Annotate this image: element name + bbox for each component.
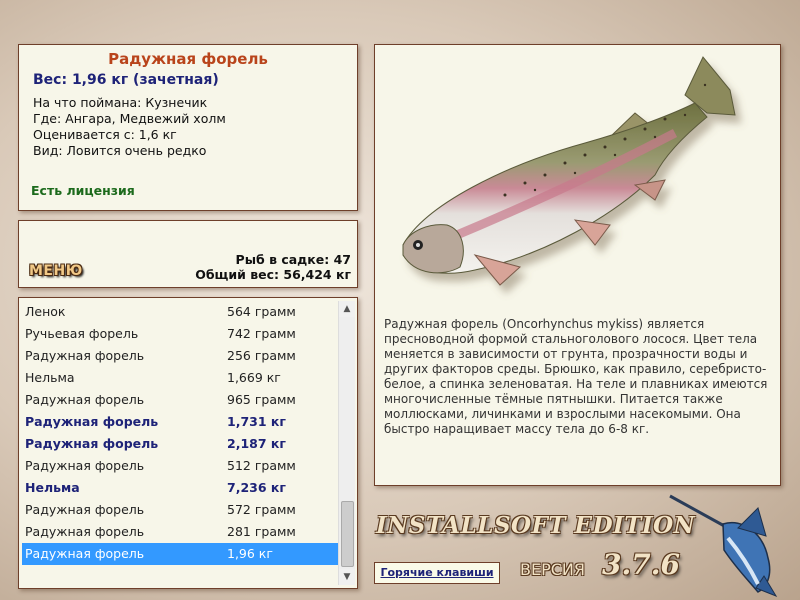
list-item-weight: 7,236 кг	[227, 480, 286, 495]
list-item-weight: 281 грамм	[227, 524, 296, 539]
catch-list-panel: Ленок 564 грамм Ручьевая форель 742 грамм Ра…	[18, 297, 358, 589]
fish-image-panel: Радужная форель (Oncorhynchus mykiss) яв…	[374, 44, 781, 486]
list-item-name: Радужная форель	[25, 524, 145, 539]
list-item-name: Ручьевая форель	[25, 326, 139, 341]
scroll-up-button[interactable]: ▲	[339, 301, 355, 317]
list-item[interactable]: Радужная форель 1,96 кг	[22, 543, 340, 565]
list-item-name: Радужная форель	[25, 348, 145, 363]
list-item[interactable]: Радужная форель 2,187 кг	[22, 433, 340, 455]
list-item-weight: 1,96 кг	[227, 546, 273, 561]
list-item[interactable]: Радужная форель 512 грамм	[22, 455, 340, 477]
scroll-thumb[interactable]	[341, 501, 354, 567]
catch-summary-panel: МЕНЮ Рыб в садке: 47 Общий вес: 56,424 к…	[18, 220, 358, 288]
fish-description: Радужная форель (Oncorhynchus mykiss) яв…	[384, 317, 768, 436]
menu-button[interactable]: МЕНЮ	[29, 263, 83, 279]
detail-rarity: Вид: Ловится очень редко	[33, 143, 207, 158]
list-scrollbar[interactable]: ▲ ▼	[338, 301, 355, 585]
scroll-down-button[interactable]: ▼	[339, 569, 355, 585]
detail-bait: На что поймана: Кузнечик	[33, 95, 208, 110]
fish-title: Радужная форель	[108, 50, 268, 68]
list-item[interactable]: Радужная форель 965 грамм	[22, 389, 340, 411]
fish-details: На что поймана: Кузнечик Где: Ангара, Ме…	[33, 95, 226, 159]
list-item-name: Радужная форель	[25, 458, 145, 473]
list-item-weight: 512 грамм	[227, 458, 296, 473]
list-item-weight: 1,669 кг	[227, 370, 281, 385]
list-item[interactable]: Радужная форель 572 грамм	[22, 499, 340, 521]
list-item-weight: 564 грамм	[227, 304, 296, 319]
list-item-name: Нельма	[25, 480, 80, 495]
list-item-weight: 742 грамм	[227, 326, 296, 341]
list-item-weight: 1,731 кг	[227, 414, 286, 429]
fish-count: Рыб в садке: 47	[235, 252, 351, 267]
license-status: Есть лицензия	[31, 183, 135, 198]
version-label: ВЕРСИЯ	[520, 560, 585, 579]
list-item-weight: 2,187 кг	[227, 436, 286, 451]
catch-stats: Рыб в садке: 47 Общий вес: 56,424 кг	[195, 252, 351, 282]
list-item-weight: 256 грамм	[227, 348, 296, 363]
catch-list[interactable]: Ленок 564 грамм Ручьевая форель 742 грамм Ра…	[22, 301, 340, 565]
trout-image	[402, 56, 736, 286]
total-weight: Общий вес: 56,424 кг	[195, 267, 351, 282]
list-item[interactable]: Радужная форель 256 грамм	[22, 345, 340, 367]
list-item[interactable]: Ручьевая форель 742 грамм	[22, 323, 340, 345]
list-item-weight: 965 грамм	[227, 392, 296, 407]
list-item-name: Радужная форель	[25, 502, 145, 517]
list-item-name: Ленок	[25, 304, 66, 319]
list-item-name: Радужная форель	[25, 392, 145, 407]
list-item[interactable]: Радужная форель 281 грамм	[22, 521, 340, 543]
list-item-name: Радужная форель	[25, 546, 145, 561]
list-item-name: Радужная форель	[25, 436, 159, 451]
fish-info-panel: Радужная форель Вес: 1,96 кг (зачетная) …	[18, 44, 358, 211]
list-item[interactable]: Ленок 564 грамм	[22, 301, 340, 323]
detail-location: Где: Ангара, Медвежий холм	[33, 111, 226, 126]
list-item-weight: 572 грамм	[227, 502, 296, 517]
list-item-name: Нельма	[25, 370, 75, 385]
list-item[interactable]: Нельма 7,236 кг	[22, 477, 340, 499]
list-item[interactable]: Нельма 1,669 кг	[22, 367, 340, 389]
marlin-icon	[669, 494, 778, 598]
hotkeys-button[interactable]: Горячие клавиши	[374, 562, 500, 584]
fish-weight: Вес: 1,96 кг (зачетная)	[33, 72, 219, 88]
list-item-name: Радужная форель	[25, 414, 159, 429]
edition-logo: INSTALLSOFT EDITION	[376, 512, 696, 539]
detail-min-weight: Оценивается с: 1,6 кг	[33, 127, 177, 142]
list-item[interactable]: Радужная форель 1,731 кг	[22, 411, 340, 433]
